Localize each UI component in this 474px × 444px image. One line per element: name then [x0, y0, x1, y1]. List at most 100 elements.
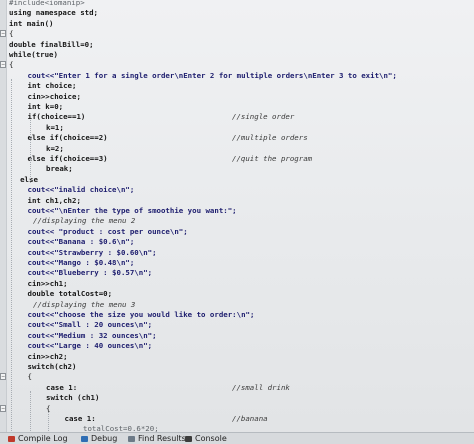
code-line[interactable]: k=1; [46, 122, 64, 133]
code-comment: //single order [232, 112, 295, 122]
code-line[interactable]: cin>>ch1; [28, 278, 68, 289]
indent-guide [48, 411, 49, 432]
code-line[interactable]: { [28, 371, 32, 382]
code-text: case 1: [64, 414, 96, 423]
bottom-panel-tabs: Compile Log Debug Find Results Console [0, 432, 474, 444]
code-line[interactable]: cout<<"Banana : $0.6\n"; [28, 236, 135, 247]
code-line[interactable]: int ch1,ch2; [28, 195, 81, 206]
code-line[interactable]: cout<< "product : cost per ounce\n"; [28, 226, 188, 237]
code-line[interactable]: cout<<"\nEnter the type of smoothie you … [28, 205, 237, 216]
code-line[interactable]: cout<<"Mango : $0.48\n"; [28, 257, 135, 268]
code-text: { [27, 372, 32, 382]
debug-icon [81, 435, 88, 442]
code-text: cout<<"Enter 1 for a single order\nEnter… [27, 70, 397, 80]
code-text: int ch1,ch2; [27, 195, 81, 205]
tab-console[interactable]: Console [185, 433, 227, 444]
code-line[interactable]: cin>>ch2; [28, 351, 68, 362]
code-text: totalCost=0.6*20; [83, 424, 159, 432]
tab-find-results[interactable]: Find Results [128, 433, 186, 444]
tab-label: Debug [91, 434, 118, 443]
code-text: //displaying the menu 2 [33, 216, 136, 226]
code-text: break; [46, 164, 73, 174]
code-line[interactable]: double totalCost=0; [28, 288, 113, 299]
code-line[interactable]: cout<<"inalid choice\n"; [28, 184, 135, 195]
code-text: double finalBill=0; [9, 39, 94, 49]
code-text: using namespace std; [9, 8, 98, 18]
code-line[interactable]: cout<<"Medium : 32 ounces\n"; [28, 330, 157, 341]
code-text: else if(choice==2) [27, 133, 108, 143]
code-line[interactable]: while(true) [9, 49, 58, 60]
code-text: cin>>ch2; [27, 351, 68, 361]
code-line[interactable]: case 1: [65, 413, 96, 424]
code-text: cin>>ch1; [27, 278, 68, 288]
code-text: if(choice==1) [27, 112, 86, 122]
fold-toggle-icon[interactable]: − [0, 30, 6, 38]
code-text: while(true) [9, 50, 58, 59]
code-line[interactable]: totalCost=0.6*20; [83, 423, 159, 432]
code-text: cout<<"Banana : $0.6\n"; [27, 237, 135, 247]
code-line[interactable]: int main() [9, 18, 54, 29]
code-line[interactable]: cout<<"Blueberry : $0.57\n"; [28, 267, 153, 278]
code-line[interactable]: cout<<"Enter 1 for a single order\nEnter… [28, 70, 397, 81]
code-line[interactable]: //displaying the menu 2 [33, 215, 135, 226]
code-text: int choice; [27, 81, 77, 91]
code-text: k=2; [46, 143, 64, 153]
fold-toggle-icon[interactable]: − [0, 61, 6, 69]
code-line[interactable]: case 1: [46, 382, 77, 393]
code-text: cout<<"choose the size you would like to… [27, 310, 255, 319]
code-text: cout<< "product : cost per ounce\n"; [27, 226, 188, 236]
compile-log-icon [8, 435, 15, 442]
code-text: cout<<"Mango : $0.48\n"; [27, 258, 135, 267]
code-line[interactable]: break; [46, 163, 73, 174]
code-line[interactable]: double finalBill=0; [9, 39, 94, 50]
code-text: #include<iomanip> [9, 0, 85, 7]
indent-guide [29, 120, 31, 183]
fold-toggle-icon[interactable]: − [0, 373, 6, 381]
code-text: k=1; [46, 122, 64, 132]
code-text: { [9, 60, 14, 70]
tab-compile-log[interactable]: Compile Log [8, 433, 68, 444]
code-line[interactable]: cout<<"choose the size you would like to… [28, 309, 255, 320]
tab-debug[interactable]: Debug [81, 433, 117, 444]
code-text: { [9, 29, 14, 39]
code-text: double totalCost=0; [27, 289, 113, 299]
code-line[interactable]: cout<<"Strawberry : $0.60\n"; [28, 247, 157, 258]
tab-label: Find Results [138, 434, 186, 443]
code-text: cout<<"Large : 40 ounces\n"; [27, 341, 153, 351]
code-line[interactable]: cout<<"Large : 40 ounces\n"; [28, 340, 153, 351]
code-text: case 1: [46, 382, 78, 392]
code-text: cout<<"Small : 20 ounces\n"; [27, 320, 153, 330]
code-text: cout<<"Medium : 32 ounces\n"; [27, 330, 157, 340]
code-text: cout<<"Strawberry : $0.60\n"; [27, 247, 157, 257]
code-line[interactable]: //displaying the menu 3 [33, 299, 135, 310]
code-editor[interactable]: #include<iomanip> using namespace std; int… [0, 0, 474, 432]
console-icon [185, 435, 192, 442]
code-comment: //small drink [232, 382, 290, 392]
code-line[interactable]: else if(choice==3) [28, 153, 108, 164]
code-comment: //multiple orders [232, 133, 308, 143]
code-text: cout<<"inalid choice\n"; [27, 185, 135, 195]
code-text: //displaying the menu 3 [33, 299, 136, 309]
code-line[interactable]: if(choice==1) [28, 111, 86, 122]
indent-guide [29, 390, 31, 432]
code-comment: //banana [232, 414, 268, 423]
code-text: int k=0; [27, 102, 64, 111]
indent-guide [11, 78, 12, 432]
code-line[interactable]: int k=0; [28, 101, 64, 112]
code-line[interactable]: int choice; [28, 80, 77, 91]
code-line[interactable]: else if(choice==2) [28, 132, 108, 143]
code-line[interactable]: switch(ch2) [28, 361, 77, 372]
tab-label: Console [195, 434, 227, 443]
code-line[interactable]: k=2; [46, 143, 64, 154]
code-line[interactable]: cin>>choice; [28, 91, 81, 102]
code-line[interactable]: switch (ch1) [46, 392, 99, 403]
code-text: switch (ch1) [46, 393, 100, 403]
code-line[interactable]: { [9, 59, 13, 70]
code-text: cout<<"Blueberry : $0.57\n"; [27, 268, 153, 278]
code-line[interactable]: using namespace std; [9, 7, 98, 18]
code-text: switch(ch2) [27, 362, 77, 371]
code-line[interactable]: { [9, 28, 13, 39]
fold-toggle-icon[interactable]: − [0, 404, 6, 412]
code-comment: //quit the program [232, 154, 313, 163]
code-line[interactable]: cout<<"Small : 20 ounces\n"; [28, 319, 153, 330]
